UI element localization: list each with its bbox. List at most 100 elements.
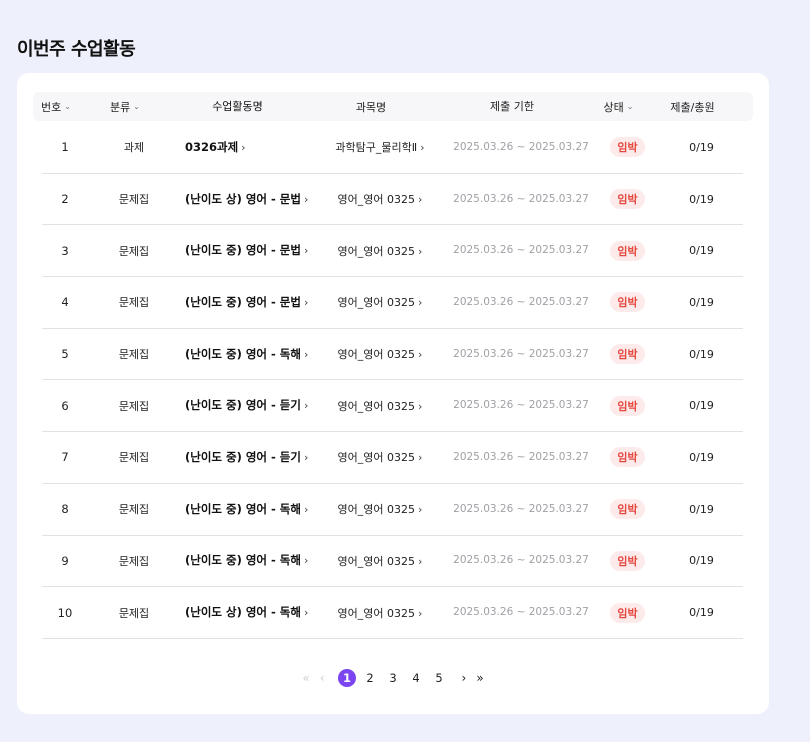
submission-count: 0/19 [689, 347, 714, 361]
submission-count: 0/19 [689, 606, 714, 620]
subject-link[interactable]: 영어_영어 0325 › [313, 294, 447, 310]
page-5-button[interactable]: 5 [430, 669, 448, 687]
subject-link[interactable]: 영어_영어 0325 › [313, 553, 447, 569]
row-number: 1 [61, 140, 69, 155]
chevron-down-icon: ⌄ [133, 102, 140, 111]
row-number: 4 [61, 295, 69, 310]
status-badge: 임박 [610, 550, 645, 571]
row-category: 문제집 [118, 348, 150, 362]
row-category: 문제집 [118, 193, 150, 207]
subject-link[interactable]: 영어_영어 0325 › [313, 449, 447, 465]
table-row[interactable]: 9 문제집 (난이도 중) 영어 - 독해 › 영어_영어 0325 › 2025.03.2… [42, 536, 743, 588]
header-submitted: 제출/총원 [670, 100, 715, 114]
table-row[interactable]: 3 문제집 (난이도 중) 영어 - 문법 › 영어_영어 0325 › 2025.03.2… [42, 225, 743, 278]
page-3-button[interactable]: 3 [384, 669, 402, 687]
status-badge: 임박 [610, 292, 645, 313]
chevron-right-icon: › [418, 399, 423, 413]
activity-link[interactable]: (난이도 중) 영어 - 독해 › [180, 502, 313, 517]
table-row[interactable]: 1 과제 0326과제 › 과학탐구_물리학Ⅱ › 2025.03.26 ~ 2025.03… [42, 122, 743, 174]
table-row[interactable]: 8 문제집 (난이도 중) 영어 - 독해 › 영어_영어 0325 › 2025.03.2… [42, 484, 743, 536]
chevron-right-icon: › [303, 295, 309, 309]
activity-link[interactable]: (난이도 상) 영어 - 문법 › [180, 192, 313, 207]
row-category: 과제 [123, 141, 145, 155]
header-due: 제출 기한 [490, 100, 534, 113]
chevron-right-icon: › [418, 451, 423, 465]
activity-name: (난이도 중) 영어 - 독해 [185, 501, 301, 516]
subject-link[interactable]: 영어_영어 0325 › [313, 191, 447, 207]
chevron-right-icon: › [303, 554, 309, 568]
activity-name: (난이도 중) 영어 - 듣기 [185, 449, 301, 464]
table-row[interactable]: 4 문제집 (난이도 중) 영어 - 문법 › 영어_영어 0325 › 2025.03.2… [42, 277, 743, 329]
chevron-right-icon: › [420, 141, 425, 155]
activity-name: (난이도 중) 영어 - 문법 [185, 294, 301, 309]
activity-name: (난이도 상) 영어 - 독해 [185, 605, 301, 620]
header-status[interactable]: 상태 ⌄ [586, 99, 651, 115]
subject-name: 영어_영어 0325 [337, 193, 416, 207]
row-number: 6 [61, 398, 69, 413]
first-page-icon[interactable]: « [302, 671, 309, 685]
activity-name: (난이도 중) 영어 - 듣기 [185, 398, 301, 413]
activity-link[interactable]: (난이도 중) 영어 - 독해 › [180, 347, 313, 362]
table-row[interactable]: 6 문제집 (난이도 중) 영어 - 듣기 › 영어_영어 0325 › 2025.03.2… [42, 380, 743, 433]
page-title: 이번주 수업활동 [17, 39, 136, 60]
status-badge: 임박 [610, 447, 645, 468]
subject-link[interactable]: 영어_영어 0325 › [313, 346, 447, 362]
activity-link[interactable]: (난이도 상) 영어 - 독해 › [180, 605, 313, 620]
submission-count: 0/19 [689, 244, 714, 258]
activity-link[interactable]: (난이도 중) 영어 - 문법 › [180, 295, 313, 310]
row-number: 7 [61, 450, 69, 465]
table-row[interactable]: 5 문제집 (난이도 중) 영어 - 독해 › 영어_영어 0325 › 2025.03.2… [42, 329, 743, 381]
status-cell: 임박 [595, 344, 660, 365]
subject-link[interactable]: 과학탐구_물리학Ⅱ › [313, 139, 447, 155]
subject-name: 영어_영어 0325 [337, 296, 416, 310]
page-1-button[interactable]: 1 [338, 669, 356, 687]
chevron-right-icon: › [303, 192, 309, 206]
submission-count: 0/19 [689, 140, 714, 154]
submission-count: 0/19 [689, 399, 714, 413]
row-number: 10 [57, 605, 73, 620]
row-number: 5 [61, 347, 69, 362]
subject-name: 과학탐구_물리학Ⅱ [335, 141, 418, 155]
due-date: 2025.03.26 ~ 2025.03.27 [453, 502, 589, 515]
row-category: 문제집 [118, 451, 150, 465]
status-badge: 임박 [610, 395, 645, 416]
submission-count: 0/19 [689, 450, 714, 464]
table-row[interactable]: 2 문제집 (난이도 상) 영어 - 문법 › 영어_영어 0325 › 2025.03.2… [42, 174, 743, 226]
activity-link[interactable]: (난이도 중) 영어 - 듣기 › [180, 398, 313, 413]
chevron-right-icon: › [241, 140, 246, 154]
page-2-button[interactable]: 2 [361, 669, 379, 687]
activity-name: (난이도 상) 영어 - 문법 [185, 191, 301, 206]
subject-name: 영어_영어 0325 [337, 399, 416, 413]
table-row[interactable]: 10 문제집 (난이도 상) 영어 - 독해 › 영어_영어 0325 › 2025.03.… [42, 587, 743, 639]
subject-name: 영어_영어 0325 [337, 503, 416, 517]
row-category: 문제집 [118, 244, 150, 258]
activity-link[interactable]: 0326과제 › [180, 140, 313, 155]
due-date: 2025.03.26 ~ 2025.03.27 [453, 399, 589, 412]
next-page-icon[interactable]: › [462, 671, 467, 685]
subject-link[interactable]: 영어_영어 0325 › [313, 398, 447, 414]
activity-link[interactable]: (난이도 중) 영어 - 문법 › [180, 243, 313, 258]
chevron-right-icon: › [418, 606, 423, 620]
chevron-down-icon: ⌄ [626, 102, 634, 111]
activity-link[interactable]: (난이도 중) 영어 - 듣기 › [180, 450, 313, 465]
last-page-icon[interactable]: » [476, 671, 483, 685]
table-row[interactable]: 7 문제집 (난이도 중) 영어 - 듣기 › 영어_영어 0325 › 2025.03.2… [42, 432, 743, 484]
subject-link[interactable]: 영어_영어 0325 › [313, 501, 447, 517]
subject-name: 영어_영어 0325 [337, 348, 416, 362]
subject-link[interactable]: 영어_영어 0325 › [313, 243, 447, 259]
subject-link[interactable]: 영어_영어 0325 › [313, 605, 447, 621]
due-date: 2025.03.26 ~ 2025.03.27 [453, 140, 589, 153]
header-no[interactable]: 번호 ⌄ [33, 99, 79, 115]
header-activity: 수업활동명 [212, 99, 263, 113]
activity-name: (난이도 중) 영어 - 문법 [185, 243, 301, 258]
activity-name: (난이도 중) 영어 - 독해 [185, 346, 301, 361]
chevron-right-icon: › [303, 399, 309, 413]
header-category[interactable]: 분류 ⌄ [79, 99, 171, 115]
activity-link[interactable]: (난이도 중) 영어 - 독해 › [180, 553, 313, 568]
prev-page-icon[interactable]: ‹ [320, 671, 325, 685]
subject-name: 영어_영어 0325 [337, 606, 416, 620]
chevron-right-icon: › [303, 244, 309, 258]
status-badge: 임박 [610, 240, 645, 261]
status-cell: 임박 [595, 602, 660, 623]
page-4-button[interactable]: 4 [407, 669, 425, 687]
